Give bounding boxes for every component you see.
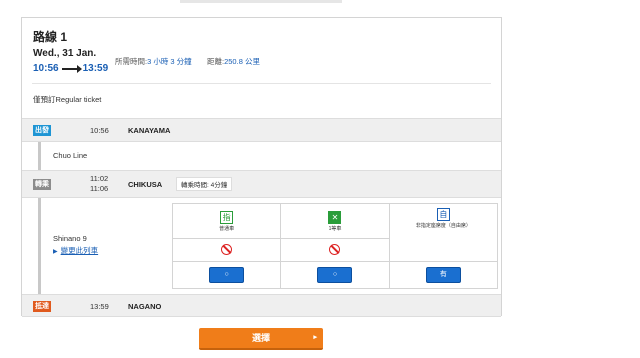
seat-table: 指普通車 ✕ 1等車 自非指定座席度（自由席） ○ ○ 有 (171, 202, 499, 290)
stop-row-transfer: 轉乘 11:02 11:06 CHIKUSA 轉乘時間: 4分鐘 (22, 170, 501, 198)
stop-time: 11:02 11:06 (90, 174, 108, 194)
distance: 距離:250.8 公里 (207, 56, 260, 67)
stop-time: 10:56 (90, 126, 109, 135)
smoking-cell (171, 238, 282, 262)
seat-class-label: 非指定座席度（自由席） (415, 223, 471, 229)
select-button[interactable]: 選擇 ▸ (199, 328, 323, 350)
stop-time: 13:59 (90, 302, 109, 311)
duration-value: 3 小時 3 分鐘 (147, 57, 192, 66)
distance-value: 250.8 公里 (224, 57, 260, 66)
distance-label: 距離: (207, 57, 225, 66)
route-times: 10:56 13:59 (33, 63, 108, 74)
line-name: Chuo Line (53, 151, 88, 160)
availability-cell: ○ (280, 260, 390, 290)
route-title: 路線 1 (33, 30, 68, 44)
route-line (38, 198, 41, 294)
select-button-label: 選擇 (251, 333, 270, 343)
green-car-icon: ✕ (328, 210, 342, 224)
travel-date: Wed., 31 Jan. (33, 48, 97, 59)
arrive-time: 11:02 (90, 174, 109, 183)
no-smoking-icon (221, 243, 233, 255)
top-strip (180, 0, 342, 3)
station-name: KANAYAMA (128, 126, 171, 135)
station-name: CHIKUSA (128, 180, 163, 189)
seat-select-button[interactable]: 有 (425, 266, 461, 283)
arrive-time: 13:59 (82, 63, 109, 74)
availability-cell: ○ (171, 260, 282, 290)
seat-select-button[interactable]: ○ (317, 266, 353, 283)
seat-class-cell: ✕ 1等車 (280, 202, 390, 240)
transfer-time: 轉乘時間: 4分鐘 (176, 177, 233, 191)
route-card: 路線 1 Wed., 31 Jan. 10:56 13:59 所需時間:3 小時… (21, 17, 502, 317)
availability-cell: 有 (388, 260, 499, 290)
duration: 所需時間:3 小時 3 分鐘 (115, 56, 192, 67)
smoking-cell (280, 238, 390, 262)
seat-class-label: 普通車 (219, 225, 235, 232)
chevron-right-icon: ▸ (313, 334, 317, 341)
triangle-right-icon: ▶ (53, 249, 58, 255)
ticket-note: 僅預訂Regular ticket (33, 95, 102, 104)
depart-time: 10:56 (33, 63, 59, 74)
stop-row-arrival: 抵達 13:59 NAGANO (22, 294, 501, 317)
arrow-right-icon (61, 64, 82, 73)
change-train-link[interactable]: ▶ 變更此列車 (53, 245, 98, 256)
train-name: Shinano 9 (53, 234, 87, 243)
seat-class-cell: 自非指定座席度（自由席） (388, 203, 499, 262)
arrival-tag: 抵達 (33, 301, 51, 312)
route-line (38, 142, 41, 170)
reserved-seat-icon: 指 (220, 210, 234, 224)
seat-class-cell: 指普通車 (171, 202, 282, 240)
duration-label: 所需時間: (115, 57, 148, 66)
segment-row: Chuo Line (22, 142, 501, 170)
departure-tag: 出發 (33, 125, 51, 136)
transfer-tag: 轉乘 (33, 179, 51, 190)
non-reserved-seat-icon: 自 (436, 208, 450, 221)
station-name: NAGANO (128, 302, 162, 311)
change-train-label: 變更此列車 (60, 246, 99, 255)
segment-row: Shinano 9 ▶ 變更此列車 指普通車 ✕ 1等車 自非指定座席度（自由席） … (22, 198, 501, 294)
seat-class-label: 1等車 (328, 225, 342, 232)
no-smoking-icon (329, 243, 341, 255)
seat-select-button[interactable]: ○ (209, 266, 245, 283)
depart-time: 11:06 (90, 184, 109, 193)
divider (32, 83, 491, 84)
stop-row-departure: 出發 10:56 KANAYAMA (22, 118, 501, 142)
